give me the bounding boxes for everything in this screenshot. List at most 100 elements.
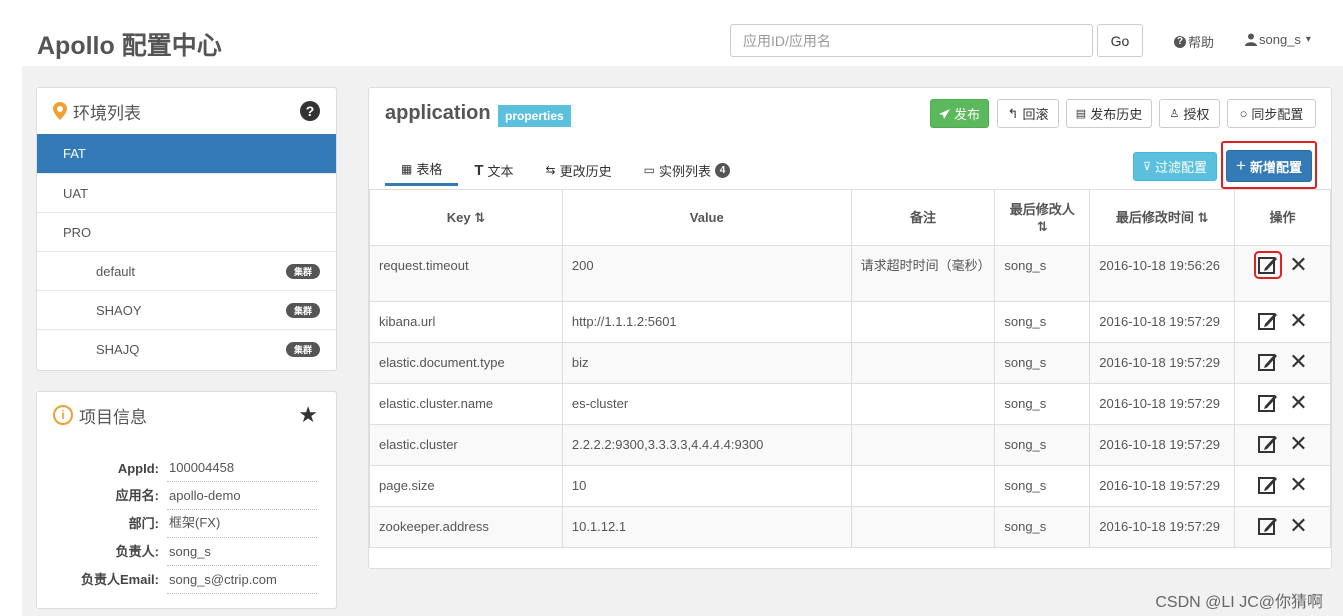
rollback-label: 回滚 <box>1022 107 1049 122</box>
help-link[interactable]: ? 帮助 <box>1174 32 1214 51</box>
map-marker-icon <box>53 102 67 120</box>
user-menu[interactable]: song_s ▾ <box>1245 32 1311 47</box>
rollback-button[interactable]: ↰ 回滚 <box>997 99 1059 128</box>
publish-button[interactable]: 发布 <box>930 99 989 128</box>
cell-value: 10 <box>561 465 852 507</box>
env-item-fat[interactable]: FAT <box>37 134 336 173</box>
cell-time: 2016-10-18 19:56:26 <box>1089 245 1236 302</box>
table-row: elastic.cluster.name es-cluster song_s 2016… <box>369 383 1331 425</box>
delete-icon[interactable]: ✕ <box>1289 433 1307 455</box>
delete-icon[interactable]: ✕ <box>1289 392 1307 414</box>
cell-modifier: song_s <box>994 301 1091 343</box>
user-name: song_s <box>1259 32 1301 47</box>
delete-icon[interactable]: ✕ <box>1289 351 1307 373</box>
tab-change-history[interactable]: ⇆ 更改历史 <box>530 154 628 186</box>
delete-icon[interactable]: ✕ <box>1289 254 1307 276</box>
info-row-owner: 负责人: song_s <box>37 538 337 566</box>
col-header-modifier[interactable]: 最后修改人 ⇅ <box>994 189 1091 246</box>
env-item-pro[interactable]: PRO <box>37 212 336 251</box>
delete-icon[interactable]: ✕ <box>1289 310 1307 332</box>
row-actions: ✕ <box>1257 433 1308 455</box>
filter-config-button[interactable]: ⊽ 过滤配置 <box>1133 152 1217 181</box>
user-outline-icon: ♙ <box>1169 108 1180 120</box>
refresh-icon: ○ <box>1239 106 1248 121</box>
table-header-row: Key ⇅ Value 备注 最后修改人 ⇅ 最后修改时间 ⇅ 操作 <box>369 189 1331 246</box>
publish-label: 发布 <box>953 107 980 122</box>
app-search-input[interactable] <box>730 24 1093 57</box>
tab-label: 实例列表 <box>658 163 711 179</box>
info-panel-title: 项目信息 <box>79 407 147 427</box>
grant-label: 授权 <box>1183 107 1210 122</box>
tab-label: 更改历史 <box>559 163 612 179</box>
edit-icon[interactable] <box>1257 351 1279 373</box>
info-circle-icon: i <box>53 405 73 425</box>
tab-table[interactable]: ▦ 表格 <box>385 154 459 186</box>
cell-modifier: song_s <box>994 245 1091 302</box>
edit-icon[interactable] <box>1257 310 1279 332</box>
cell-time: 2016-10-18 19:57:29 <box>1089 383 1236 425</box>
cell-ops: ✕ <box>1234 383 1331 425</box>
cell-time: 2016-10-18 19:57:29 <box>1089 301 1236 343</box>
cell-ops: ✕ <box>1234 506 1331 548</box>
edit-icon[interactable] <box>1257 392 1279 414</box>
edit-icon[interactable] <box>1257 474 1279 496</box>
env-item-uat[interactable]: UAT <box>37 173 336 212</box>
sort-icon: ⇅ <box>1036 218 1048 234</box>
tab-label: 文本 <box>487 163 514 179</box>
info-key: AppId: <box>117 461 159 476</box>
col-header-label: 最后修改人 <box>1009 201 1075 217</box>
col-header-value: Value <box>561 189 852 246</box>
edit-icon[interactable] <box>1257 433 1279 455</box>
info-value: 框架(FX) <box>167 512 317 538</box>
col-header-modified-time[interactable]: 最后修改时间 ⇅ <box>1089 189 1236 246</box>
question-circle-icon[interactable]: ? <box>300 101 320 121</box>
row-actions: ✕ <box>1257 351 1308 373</box>
cluster-item-default[interactable]: default 集群 <box>37 251 336 290</box>
col-header-comment: 备注 <box>850 189 996 246</box>
cluster-item-shajq[interactable]: SHAJQ 集群 <box>37 329 336 368</box>
row-actions: ✕ <box>1257 474 1308 496</box>
cell-comment <box>850 424 996 466</box>
sync-config-button[interactable]: ○ 同步配置 <box>1227 99 1316 128</box>
sort-icon: ⇅ <box>474 210 486 225</box>
list-icon: ▤ <box>1075 108 1087 120</box>
cell-key: elastic.cluster.name <box>369 383 563 425</box>
history-icon: ⇆ <box>545 163 556 177</box>
edit-icon[interactable] <box>1254 251 1283 279</box>
cell-time: 2016-10-18 19:57:29 <box>1089 465 1236 507</box>
table-icon: ▦ <box>401 161 413 176</box>
cell-modifier: song_s <box>994 424 1091 466</box>
edit-icon[interactable] <box>1257 515 1279 537</box>
star-icon[interactable]: ★ <box>298 404 318 426</box>
tab-instances[interactable]: ▭ 实例列表 4 <box>628 154 746 186</box>
col-header-label: 备注 <box>909 210 936 225</box>
go-button[interactable]: Go <box>1097 24 1143 57</box>
grant-button[interactable]: ♙ 授权 <box>1159 99 1220 128</box>
add-config-button[interactable]: + 新增配置 <box>1226 150 1312 182</box>
instance-count-badge: 4 <box>714 162 730 178</box>
cell-value: 10.1.12.1 <box>561 506 852 548</box>
watermark: CSDN @LI JC@你猜啊 <box>1155 594 1323 611</box>
user-icon <box>1245 33 1257 46</box>
col-header-key[interactable]: Key ⇅ <box>369 189 563 246</box>
info-row-department: 部门: 框架(FX) <box>37 510 337 538</box>
cell-ops: ✕ <box>1234 245 1331 302</box>
cell-comment <box>850 342 996 384</box>
table-row: kibana.url http://1.1.1.2:5601 song_s 2016-… <box>369 301 1331 343</box>
cluster-item-shaoy[interactable]: SHAOY 集群 <box>37 290 336 329</box>
table-row: elastic.cluster 2.2.2.2:9300,3.3.3.3,4.4.… <box>369 424 1331 466</box>
cell-modifier: song_s <box>994 342 1091 384</box>
delete-icon[interactable]: ✕ <box>1289 474 1307 496</box>
undo-icon: ↰ <box>1007 105 1019 121</box>
row-actions: ✕ <box>1257 515 1308 537</box>
brand-title[interactable]: Apollo 配置中心 <box>37 26 222 62</box>
info-key: 部门: <box>128 516 159 531</box>
cell-value: 200 <box>561 245 852 302</box>
delete-icon[interactable]: ✕ <box>1289 515 1307 537</box>
question-circle-icon: ? <box>1174 35 1186 48</box>
env-item-label: PRO <box>63 224 92 240</box>
cell-value: 2.2.2.2:9300,3.3.3.3,4.4.4.4:9300 <box>561 424 852 466</box>
publish-history-button[interactable]: ▤ 发布历史 <box>1066 99 1152 128</box>
config-table: Key ⇅ Value 备注 最后修改人 ⇅ 最后修改时间 ⇅ 操作 reques… <box>369 189 1331 548</box>
tab-text[interactable]: T 文本 <box>458 154 529 186</box>
